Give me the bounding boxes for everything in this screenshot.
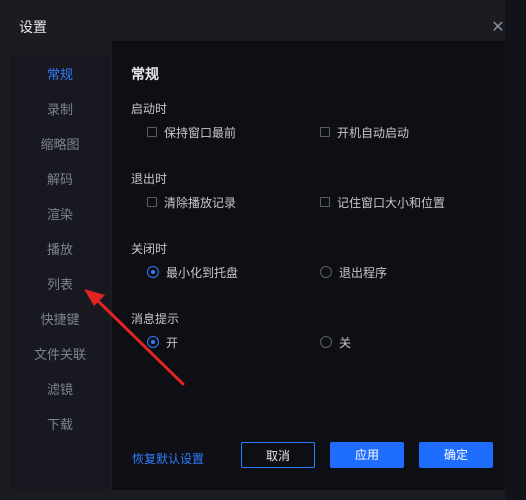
checkbox-label: 保持窗口最前 <box>164 125 237 140</box>
radio-dot[interactable] <box>147 266 159 278</box>
apply-button[interactable]: 应用 <box>330 442 404 468</box>
clear-history-checkbox[interactable]: 清除播放记录 <box>147 194 236 210</box>
section-label-close: 关闭时 <box>131 242 168 256</box>
settings-sidebar: 常规 录制 缩略图 解码 渲染 播放 列表 快捷键 文件关联 滤镜 下载 <box>10 55 110 490</box>
remember-window-checkbox[interactable]: 记住窗口大小和位置 <box>320 194 445 210</box>
keep-on-top-checkbox[interactable]: 保持窗口最前 <box>147 124 236 140</box>
notify-on-radio[interactable]: 开 <box>147 334 178 350</box>
background-window <box>505 0 526 500</box>
checkbox-box[interactable] <box>320 127 330 137</box>
section-label-exit: 退出时 <box>131 172 168 186</box>
auto-start-checkbox[interactable]: 开机自动启动 <box>320 124 409 140</box>
sidebar-item-render[interactable]: 渲染 <box>10 199 110 233</box>
checkbox-box[interactable] <box>147 197 157 207</box>
checkbox-box[interactable] <box>320 197 330 207</box>
radio-label: 关 <box>339 335 352 350</box>
sidebar-item-thumbnail[interactable]: 缩略图 <box>10 129 110 163</box>
settings-dialog: 设置 ✕ 常规 录制 缩略图 解码 渲染 播放 列表 快捷键 文件关联 滤镜 下… <box>0 0 505 500</box>
sidebar-item-file-association[interactable]: 文件关联 <box>10 339 110 373</box>
sidebar-item-download[interactable]: 下载 <box>10 409 110 443</box>
cancel-button[interactable]: 取消 <box>241 442 315 468</box>
checkbox-box[interactable] <box>147 127 157 137</box>
checkbox-label: 清除播放记录 <box>164 195 237 210</box>
sidebar-item-record[interactable]: 录制 <box>10 94 110 128</box>
sidebar-item-shortcuts[interactable]: 快捷键 <box>10 304 110 338</box>
restore-defaults-link[interactable]: 恢复默认设置 <box>132 450 204 467</box>
section-label-notify: 消息提示 <box>131 312 180 326</box>
title-bar: 设置 ✕ <box>0 0 505 40</box>
radio-label: 开 <box>166 335 179 350</box>
exit-program-radio[interactable]: 退出程序 <box>320 264 387 280</box>
screen: 设置 ✕ 常规 录制 缩略图 解码 渲染 播放 列表 快捷键 文件关联 滤镜 下… <box>0 0 526 500</box>
sidebar-item-decode[interactable]: 解码 <box>10 164 110 198</box>
page-title: 常规 <box>131 67 159 83</box>
radio-label: 退出程序 <box>339 265 388 280</box>
section-label-startup: 启动时 <box>131 102 168 116</box>
sidebar-item-general[interactable]: 常规 <box>10 59 110 93</box>
settings-content: 常规 启动时 保持窗口最前 开机自动启动 退出时 清除播放记录 记住窗口大小和位… <box>112 41 505 490</box>
radio-dot[interactable] <box>147 336 159 348</box>
radio-label: 最小化到托盘 <box>166 265 239 280</box>
radio-dot[interactable] <box>320 266 332 278</box>
dialog-title: 设置 <box>19 20 47 36</box>
ok-button[interactable]: 确定 <box>419 442 493 468</box>
minimize-to-tray-radio[interactable]: 最小化到托盘 <box>147 264 238 280</box>
sidebar-item-filters[interactable]: 滤镜 <box>10 374 110 408</box>
checkbox-label: 开机自动启动 <box>337 125 410 140</box>
notify-off-radio[interactable]: 关 <box>320 334 351 350</box>
sidebar-item-playback[interactable]: 播放 <box>10 234 110 268</box>
checkbox-label: 记住窗口大小和位置 <box>337 195 446 210</box>
radio-dot[interactable] <box>320 336 332 348</box>
close-icon[interactable]: ✕ <box>487 16 509 38</box>
sidebar-item-list[interactable]: 列表 <box>10 269 110 303</box>
